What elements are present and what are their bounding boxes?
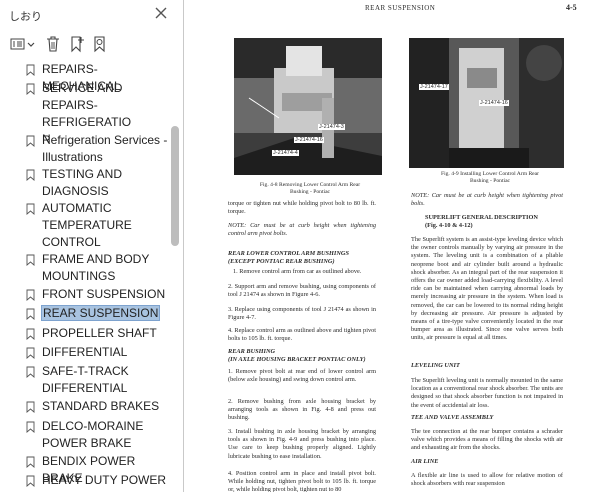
find-bookmark-icon	[94, 36, 105, 53]
new-bookmark-icon	[71, 36, 84, 53]
bookmark-icon	[26, 475, 35, 487]
paragraph: The Superlift leveling unit is normally …	[411, 377, 564, 409]
bookmark-icon	[26, 289, 35, 301]
panel-header: しおり	[0, 0, 183, 28]
bookmark-icon	[26, 64, 35, 76]
page-number: 4-5	[566, 3, 577, 12]
bookmark-label: SAFE-T-TRACK DIFFERENTIAL	[42, 364, 129, 395]
step-text: 3. Replace using components of tool J 21…	[228, 306, 376, 322]
bookmark-icon	[26, 421, 35, 433]
paragraph: The tee connection at the rear bumper co…	[411, 428, 563, 452]
bookmark-label: FRAME AND BODY MOUNTINGS	[42, 252, 150, 283]
step-text: 4. Replace control arm as outlined above…	[228, 327, 376, 343]
step-text: 3. Install bushing in axle housing brack…	[228, 428, 376, 460]
section-heading: TEE AND VALVE ASSEMBLY	[411, 414, 494, 421]
step-text: 2. Remove bushing from axle housing brac…	[228, 398, 376, 422]
photo-label: J-21474-17	[419, 84, 449, 90]
bookmark-label: Refrigeration Services - Illustrations	[42, 133, 168, 164]
delete-bookmark-button[interactable]	[42, 34, 64, 54]
photo-label: J-21474-16	[479, 100, 509, 106]
options-button[interactable]	[8, 34, 38, 54]
bookmark-label: PROPELLER SHAFT	[42, 326, 157, 340]
section-heading: AIR LINE	[411, 458, 439, 465]
bookmark-icon	[26, 347, 35, 359]
bookmark-label: DELCO-MORAINE POWER BRAKE	[42, 419, 144, 450]
photo-label: J-21474-4	[272, 150, 299, 156]
bookmark-icon	[26, 83, 35, 95]
bookmark-label: DIFFERENTIAL	[42, 345, 128, 359]
bookmark-icon	[26, 308, 35, 320]
section-heading: SUPERLIFT GENERAL DESCRIPTION (Fig. 4-10…	[425, 214, 538, 229]
paragraph: A flexible air line is used to allow for…	[411, 472, 563, 488]
section-heading: REAR LOWER CONTROL ARM BUSHINGS (EXCEPT …	[228, 250, 349, 265]
figure-caption: Fig. 4-8 Removing Lower Control Arm Rear…	[259, 182, 361, 195]
bookmarks-toolbar	[0, 28, 183, 60]
bookmark-label: STANDARD BRAKES	[42, 399, 160, 413]
step-text: 1. Remove pivot bolt at rear end of lowe…	[228, 368, 376, 384]
running-title: REAR SUSPENSION	[365, 4, 436, 12]
bookmark-icon	[26, 203, 35, 215]
bookmark-icon	[26, 366, 35, 378]
panel-title: しおり	[9, 11, 42, 23]
bookmark-label: REAR SUSPENSION	[40, 305, 161, 321]
note-text: NOTE: Car must be at curb height when ti…	[411, 192, 563, 208]
step-text: 1. Remove control arm from car as outlin…	[233, 268, 362, 275]
bookmark-label: TESTING AND DIAGNOSIS	[42, 167, 123, 198]
bookmark-label: FRONT SUSPENSION	[42, 287, 166, 301]
scrollbar-thumb[interactable]	[171, 126, 179, 246]
new-bookmark-button[interactable]	[66, 34, 88, 54]
figure-photo-4-9: J-21474-17 J-21474-16	[409, 38, 564, 168]
bookmark-icon	[26, 169, 35, 181]
paragraph: torque or tighten nut while holding pivo…	[228, 200, 376, 216]
figure-caption: Fig. 4-9 Installing Lower Control Arm Re…	[440, 171, 540, 184]
bookmark-scrollbar[interactable]	[169, 58, 181, 492]
paragraph: The Superlift system is an assist-type l…	[411, 236, 563, 342]
bookmark-icon	[26, 401, 35, 413]
bookmark-icon	[26, 135, 35, 147]
trash-icon	[47, 36, 59, 52]
close-panel-button[interactable]	[150, 4, 172, 24]
bookmark-list: REPAIRS-MECHANICAL SERVICE AND REPAIRS-R…	[0, 58, 168, 492]
document-page: REAR SUSPENSION 4-5 J-21474-3 J-21474-16…	[185, 0, 600, 492]
photo-label: J-21474-3	[318, 124, 345, 130]
running-header: REAR SUSPENSION 4-5	[185, 3, 600, 18]
note-text: NOTE: Car must be at curb height when ti…	[228, 222, 376, 238]
figure-photo-4-8: J-21474-3 J-21474-16 J-21474-4	[234, 38, 382, 175]
section-heading: LEVELING UNIT	[411, 362, 460, 369]
bookmark-icon	[26, 254, 35, 266]
bookmark-icon	[26, 328, 35, 340]
bookmark-icon	[26, 456, 35, 468]
photo-label: J-21474-16	[294, 137, 324, 143]
step-text: 4. Position control arm in place and ins…	[228, 470, 376, 492]
bookmark-label: AUTOMATIC TEMPERATURE CONTROL	[42, 201, 132, 249]
find-bookmark-button[interactable]	[89, 34, 111, 54]
bookmark-label: HEAVY DUTY POWER	[42, 473, 167, 487]
list-options-icon	[10, 38, 35, 50]
section-heading: REAR BUSHING (IN AXLE HOUSING BRACKET PO…	[228, 348, 366, 363]
photo-illustration	[234, 38, 382, 175]
bookmarks-panel: しおり REPAIRS-MECHANICAL SERVICE AND REPAI…	[0, 0, 184, 492]
close-icon	[155, 7, 167, 19]
step-text: 2. Support arm and remove bushing, using…	[228, 283, 376, 299]
